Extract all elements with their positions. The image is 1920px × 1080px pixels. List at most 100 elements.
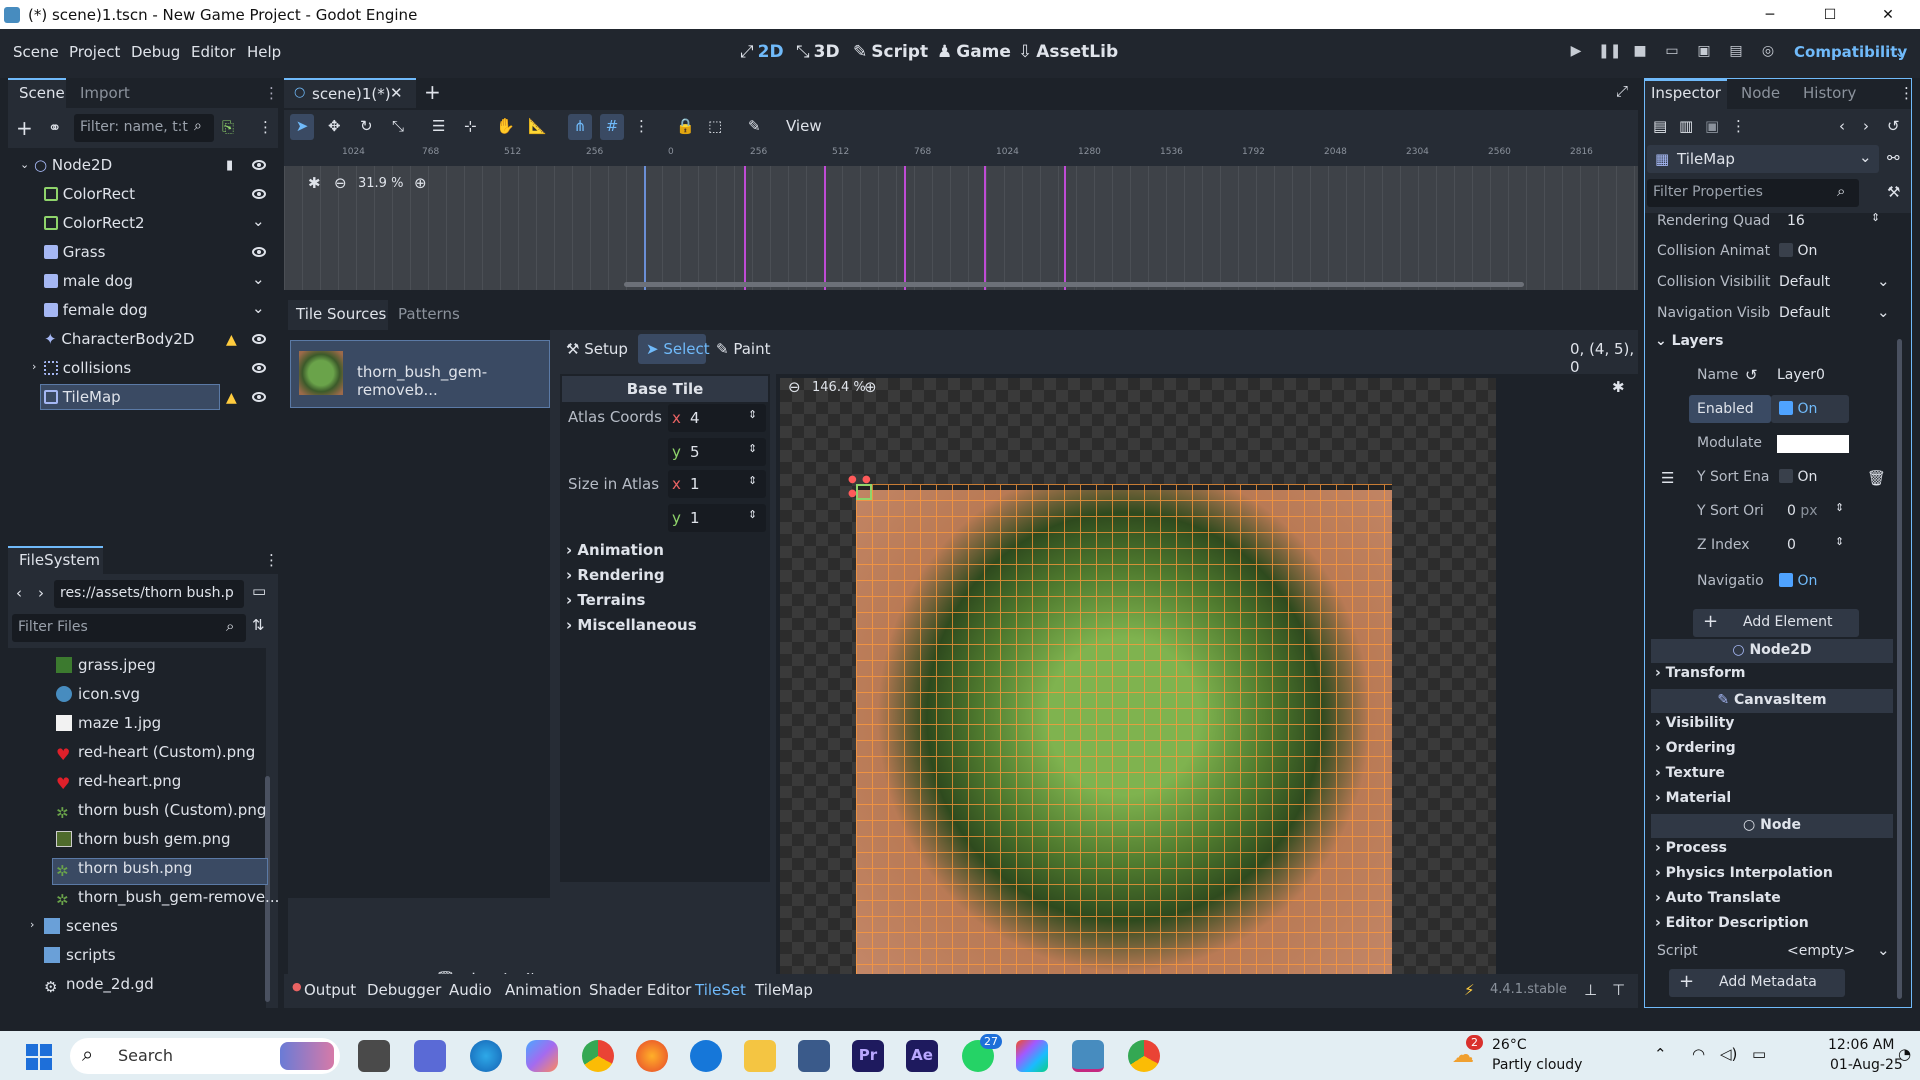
add-element-button[interactable]: + Add Element xyxy=(1693,609,1859,637)
lock-icon[interactable]: 🔒 xyxy=(676,117,695,135)
meet-icon[interactable] xyxy=(414,1040,446,1072)
scale-tool-icon[interactable]: ⤡ xyxy=(392,117,404,135)
expand-arrow-icon[interactable]: › xyxy=(32,360,36,373)
rendering-quadrant-input[interactable]: 16 xyxy=(1787,213,1805,229)
weather-widget[interactable]: ☁ 2 26°C Partly cloudy xyxy=(1452,1035,1652,1075)
tools-icon[interactable]: ⚒ xyxy=(1887,183,1900,201)
section-layers[interactable]: ⌄ Layers xyxy=(1655,333,1723,349)
ysort-origin-input[interactable]: 0 px xyxy=(1787,503,1818,519)
visibility-eye-icon[interactable] xyxy=(252,247,266,257)
save-icon[interactable]: ▣ xyxy=(1705,117,1719,135)
file-item[interactable]: grass.jpeg xyxy=(56,656,156,674)
spinner-icon[interactable]: ⇕ xyxy=(1835,535,1844,548)
workspace-3d[interactable]: ⤡ 3D xyxy=(796,42,840,62)
section-editor-description[interactable]: › Editor Description xyxy=(1655,915,1809,931)
section-material[interactable]: › Material xyxy=(1655,790,1731,806)
tab-shader-editor[interactable]: Shader Editor xyxy=(589,981,691,999)
pivot-tool-icon[interactable]: ⊹ xyxy=(464,117,477,135)
workspace-2d[interactable]: ⤢ 2D xyxy=(740,42,784,62)
view-menu[interactable]: View xyxy=(786,117,822,135)
play-scene-icon[interactable]: ▣ xyxy=(1694,43,1714,63)
chevron-down-icon[interactable]: ⌄ xyxy=(1877,941,1890,959)
task-view-icon[interactable] xyxy=(358,1040,390,1072)
battery-icon[interactable]: ▭ xyxy=(1752,1045,1766,1063)
sort-icon[interactable]: ⇅ xyxy=(252,616,265,634)
menu-dots-icon[interactable]: ⋮ xyxy=(264,551,279,569)
workspace-script[interactable]: ✎ Script xyxy=(853,42,928,62)
forward-icon[interactable]: › xyxy=(38,584,44,602)
filter-files-input[interactable]: Filter Files ⌕ xyxy=(12,614,246,642)
file-item[interactable]: ✲ thorn_bush_gem-remove... xyxy=(56,888,279,909)
collision-animatable-checkbox[interactable]: On xyxy=(1779,243,1817,259)
spinner-icon[interactable]: ⇕ xyxy=(748,474,757,487)
app-icon[interactable] xyxy=(690,1040,722,1072)
menu-editor[interactable]: Editor xyxy=(191,43,235,61)
modulate-color-picker[interactable] xyxy=(1777,435,1849,453)
section-rendering[interactable]: › Rendering xyxy=(566,566,665,584)
path-input[interactable]: res://assets/thorn bush.p xyxy=(54,580,244,608)
movie-icon[interactable]: ◎ xyxy=(1758,43,1778,63)
copilot-icon[interactable] xyxy=(526,1040,558,1072)
revert-icon[interactable]: ↺ xyxy=(1745,366,1758,384)
file-item[interactable]: ⚙ node_2d.gd xyxy=(44,975,154,996)
menu-project[interactable]: Project xyxy=(69,43,120,61)
ysort-enabled-checkbox[interactable]: On xyxy=(1779,469,1817,485)
tree-item-collisions[interactable]: collisions xyxy=(44,359,131,377)
file-item[interactable]: thorn bush gem.png xyxy=(56,830,231,848)
bone-icon[interactable]: ✎ xyxy=(748,117,761,135)
section-process[interactable]: › Process xyxy=(1655,840,1727,856)
layer-enabled-checkbox[interactable]: On xyxy=(1779,401,1817,417)
spinner-icon[interactable]: ⇕ xyxy=(1871,211,1880,224)
collision-visibility-select[interactable]: Default xyxy=(1779,274,1830,290)
tab-tile-sources[interactable]: Tile Sources xyxy=(296,305,386,323)
minimize-button[interactable]: ─ xyxy=(1742,0,1798,29)
tab-animation[interactable]: Animation xyxy=(505,981,581,999)
chevron-down-icon[interactable]: ⌄ xyxy=(1877,272,1890,290)
taskbar-search[interactable]: ⌕ Search xyxy=(70,1038,340,1074)
pause-icon[interactable]: ❚❚ xyxy=(1598,43,1621,63)
section-animation[interactable]: › Animation xyxy=(566,541,664,559)
pan-tool-icon[interactable]: ✋ xyxy=(496,117,515,135)
volume-icon[interactable]: ◁) xyxy=(1720,1045,1737,1063)
tab-audio[interactable]: Audio xyxy=(449,981,492,999)
chevron-down-icon[interactable]: ⌄ xyxy=(1877,303,1890,321)
visibility-eye-icon[interactable] xyxy=(252,189,266,199)
zoom-in-icon[interactable]: ⊕ xyxy=(864,378,877,396)
chrome-icon[interactable] xyxy=(1128,1040,1160,1072)
add-node-icon[interactable]: + xyxy=(16,116,33,140)
expand-panel-icon[interactable]: ⊤ xyxy=(1612,981,1625,999)
folder-item[interactable]: scripts xyxy=(44,946,116,964)
tree-item-colorrect2[interactable]: ColorRect2 xyxy=(44,214,145,232)
file-item[interactable]: icon.svg xyxy=(56,685,140,703)
grid-snap-icon[interactable]: # xyxy=(600,114,624,140)
scene-filter-input[interactable]: Filter: name, t:t ⌕ xyxy=(74,114,214,142)
file-item[interactable]: ✲ thorn bush (Custom).png xyxy=(56,801,266,822)
add-tab-icon[interactable]: + xyxy=(424,80,441,104)
zoom-out-icon[interactable]: ⊖ xyxy=(788,378,801,396)
whatsapp-icon[interactable]: 27 xyxy=(962,1034,1002,1072)
menu-dots-icon[interactable]: ⋮ xyxy=(264,84,279,102)
edge-icon[interactable] xyxy=(470,1040,502,1072)
close-tab-icon[interactable]: ✕ xyxy=(390,84,403,102)
hidden-eye-icon[interactable]: ⌄ xyxy=(252,212,265,230)
script-indicator-icon[interactable]: ▮ xyxy=(226,158,233,173)
file-item-selected[interactable]: ✲ thorn bush.png xyxy=(56,859,192,880)
menu-help[interactable]: Help xyxy=(247,43,281,61)
stop-icon[interactable]: ■ xyxy=(1630,43,1650,63)
play-icon[interactable]: ▶ xyxy=(1566,43,1586,63)
drag-handle-icon[interactable]: ☰ xyxy=(1661,469,1674,487)
update-spinner-icon[interactable]: ⚡ xyxy=(1464,981,1475,999)
atlas-y-input[interactable]: y 5 ⇕ xyxy=(668,438,766,466)
tree-item-grass[interactable]: Grass xyxy=(44,243,105,261)
h-scrollbar[interactable] xyxy=(624,282,1524,287)
section-miscellaneous[interactable]: › Miscellaneous xyxy=(566,616,697,634)
list-tool-icon[interactable]: ☰ xyxy=(432,117,445,135)
script-select[interactable]: <empty> xyxy=(1787,943,1855,959)
firefox-icon[interactable] xyxy=(636,1040,668,1072)
rotate-tool-icon[interactable]: ↻ xyxy=(360,117,373,135)
split-view-icon[interactable]: ▭ xyxy=(252,582,266,600)
move-tool-icon[interactable]: ✥ xyxy=(328,117,341,135)
visibility-eye-icon[interactable] xyxy=(252,160,266,170)
section-texture[interactable]: › Texture xyxy=(1655,765,1725,781)
layer-name-input[interactable]: Layer0 xyxy=(1777,367,1825,383)
